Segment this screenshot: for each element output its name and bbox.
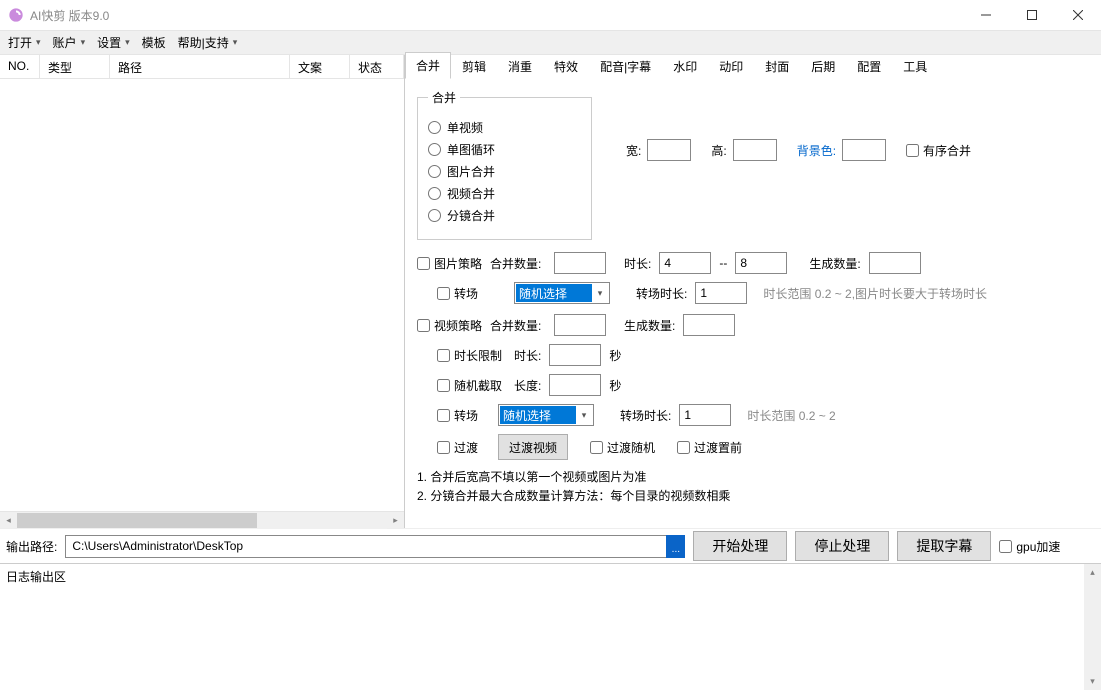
tab-post[interactable]: 后期 [800,53,846,79]
left-pane: NO. 类型 路径 文案 状态 ◂ ▸ [0,55,405,528]
image-strategy-checkbox[interactable] [417,257,430,270]
tab-dedup[interactable]: 消重 [497,53,543,79]
chevron-down-icon: ▾ [125,37,130,48]
minimize-button[interactable] [963,0,1009,30]
chevron-down-icon: ▾ [36,37,41,48]
height-input[interactable] [733,139,777,161]
scroll-down-icon[interactable]: ▾ [1084,673,1101,690]
tab-content: 合并 单视频 单图循环 图片合并 视频合并 分镜合并 宽: 高: 背景色: 有序… [405,79,1101,528]
image-transition-select[interactable]: 随机选择 ▾ [514,282,610,304]
col-copy[interactable]: 文案 [290,55,350,78]
random-cut-length-input[interactable] [549,374,601,396]
tab-effect[interactable]: 特效 [543,53,589,79]
right-pane: 合并 剪辑 消重 特效 配音|字幕 水印 动印 封面 后期 配置 工具 合并 单… [405,55,1101,528]
image-dur-to-input[interactable] [735,252,787,274]
bgcolor-input[interactable] [842,139,886,161]
radio-image-merge[interactable] [428,165,441,178]
start-button[interactable]: 开始处理 [693,531,787,561]
menu-template[interactable]: 模板 [142,34,166,51]
tab-merge[interactable]: 合并 [405,52,451,79]
chevron-down-icon: ▾ [81,37,86,48]
merge-legend: 合并 [428,89,460,106]
tab-motionmark[interactable]: 动印 [708,53,754,79]
titlebar: AI快剪 版本9.0 [0,0,1101,30]
transition-video-button[interactable]: 过渡视频 [498,434,568,460]
transition-checkbox[interactable] [437,441,450,454]
col-type[interactable]: 类型 [40,55,110,78]
chevron-down-icon: ▾ [233,37,238,48]
video-transition-checkbox[interactable] [437,409,450,422]
tab-config[interactable]: 配置 [846,53,892,79]
tab-cover[interactable]: 封面 [754,53,800,79]
maximize-button[interactable] [1009,0,1055,30]
tab-watermark[interactable]: 水印 [662,53,708,79]
video-gen-count-input[interactable] [683,314,735,336]
menu-settings[interactable]: 设置▾ [97,34,130,51]
video-strategy-checkbox[interactable] [417,319,430,332]
tab-dub[interactable]: 配音|字幕 [589,53,662,79]
horizontal-scrollbar[interactable]: ◂ ▸ [0,511,404,528]
scroll-up-icon[interactable]: ▴ [1084,564,1101,581]
radio-single-video[interactable] [428,121,441,134]
extract-subtitle-button[interactable]: 提取字幕 [897,531,991,561]
transition-front-checkbox[interactable] [677,441,690,454]
image-dur-from-input[interactable] [659,252,711,274]
output-path-input[interactable] [65,535,666,558]
menubar: 打开▾ 账户▾ 设置▾ 模板 帮助|支持▾ [0,30,1101,55]
col-status[interactable]: 状态 [350,55,404,78]
image-merge-count-input[interactable] [554,252,606,274]
bgcolor-link[interactable]: 背景色: [797,142,836,159]
image-transition-checkbox[interactable] [437,287,450,300]
close-button[interactable] [1055,0,1101,30]
merge-groupbox: 合并 单视频 单图循环 图片合并 视频合并 分镜合并 [417,89,592,240]
duration-limit-input[interactable] [549,344,601,366]
gpu-accel-checkbox[interactable] [999,540,1012,553]
col-no[interactable]: NO. [0,55,40,78]
video-transition-dur-input[interactable] [679,404,731,426]
video-merge-count-input[interactable] [554,314,606,336]
video-transition-select[interactable]: 随机选择 ▾ [498,404,594,426]
tab-tools[interactable]: 工具 [892,53,938,79]
table-body [0,79,404,511]
scroll-thumb[interactable] [17,513,257,528]
radio-single-image-loop[interactable] [428,143,441,156]
radio-video-merge[interactable] [428,187,441,200]
tabbar: 合并 剪辑 消重 特效 配音|字幕 水印 动印 封面 后期 配置 工具 [405,55,1101,79]
duration-limit-checkbox[interactable] [437,349,450,362]
radio-storyboard-merge[interactable] [428,209,441,222]
scroll-right-icon[interactable]: ▸ [387,512,404,529]
scroll-left-icon[interactable]: ◂ [0,512,17,529]
col-path[interactable]: 路径 [110,55,290,78]
table-header: NO. 类型 路径 文案 状态 [0,55,404,79]
width-label: 宽: [626,142,641,159]
browse-button[interactable]: ... [666,535,685,558]
stop-button[interactable]: 停止处理 [795,531,889,561]
random-cut-checkbox[interactable] [437,379,450,392]
window-title: AI快剪 版本9.0 [30,7,109,24]
width-input[interactable] [647,139,691,161]
menu-help[interactable]: 帮助|支持▾ [178,34,238,51]
output-bar: 输出路径: ... 开始处理 停止处理 提取字幕 gpu加速 [0,528,1101,563]
log-area: 日志输出区 ▴ ▾ [0,563,1101,690]
notes: 1. 合并后宽高不填以第一个视频或图片为准 2. 分镜合并最大合成数量计算方法：… [417,468,1089,506]
log-label: 日志输出区 [6,568,66,585]
vertical-scrollbar[interactable]: ▴ ▾ [1084,564,1101,690]
menu-open[interactable]: 打开▾ [8,34,41,51]
menu-account[interactable]: 账户▾ [53,34,86,51]
tab-edit[interactable]: 剪辑 [451,53,497,79]
output-path-label: 输出路径: [6,538,57,555]
image-transition-dur-input[interactable] [695,282,747,304]
transition-random-checkbox[interactable] [590,441,603,454]
app-logo-icon [8,7,24,23]
ordered-merge-checkbox[interactable] [906,144,919,157]
image-gen-count-input[interactable] [869,252,921,274]
height-label: 高: [711,142,726,159]
